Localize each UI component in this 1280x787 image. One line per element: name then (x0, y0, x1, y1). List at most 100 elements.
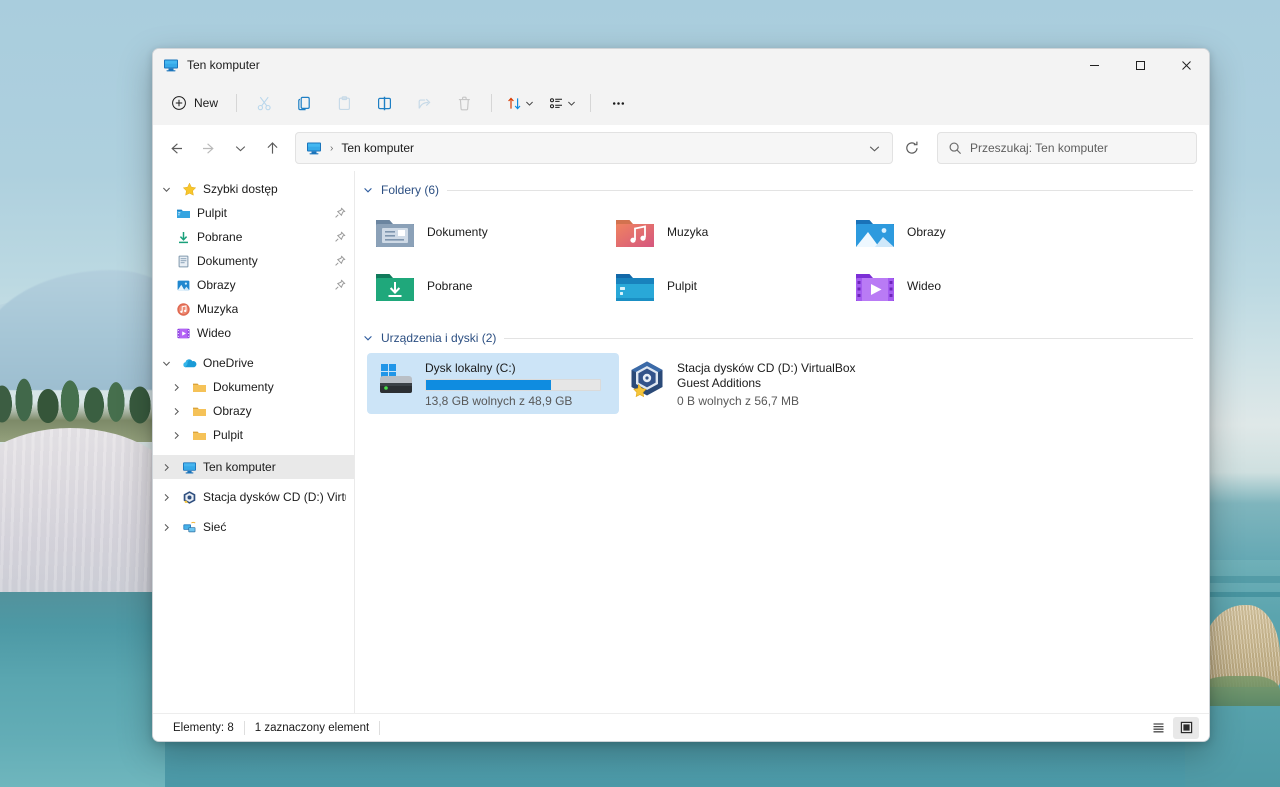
this-pc-icon (181, 459, 197, 475)
pin-icon[interactable] (334, 231, 346, 243)
pictures-icon (175, 277, 191, 293)
status-divider (379, 721, 380, 735)
sidebar-item-muzyka[interactable]: Muzyka (153, 297, 354, 321)
drive-usage-bar (425, 379, 601, 391)
delete-button[interactable] (445, 87, 483, 119)
cut-button[interactable] (245, 87, 283, 119)
file-explorer-window: Ten komputer New (152, 48, 1210, 742)
maximize-button[interactable] (1117, 49, 1163, 81)
address-dropdown-icon[interactable] (862, 136, 886, 160)
share-icon (416, 95, 433, 112)
drive-free-space: 0 B wolnych z 56,7 MB (677, 394, 863, 408)
pin-icon[interactable] (334, 207, 346, 219)
breadcrumb-separator: › (328, 143, 335, 154)
share-button[interactable] (405, 87, 443, 119)
chevron-down-icon[interactable] (157, 185, 175, 194)
view-button[interactable] (542, 87, 582, 119)
new-button[interactable]: New (163, 88, 228, 118)
group-title: Urządzenia i dyski (2) (381, 331, 496, 345)
chevron-right-icon[interactable] (157, 523, 175, 532)
this-pc-icon (163, 57, 179, 73)
sidebar-item-onedrive-pulpit[interactable]: Pulpit (153, 423, 354, 447)
chevron-down-icon[interactable] (363, 185, 373, 195)
rename-button[interactable] (365, 87, 403, 119)
sidebar-label: Muzyka (197, 302, 238, 316)
chevron-down-icon[interactable] (363, 333, 373, 343)
chevron-right-icon[interactable] (167, 431, 185, 440)
drive-item-cd-d[interactable]: Stacja dysków CD (D:) VirtualBox Guest A… (619, 353, 871, 414)
paste-button[interactable] (325, 87, 363, 119)
new-button-label: New (194, 96, 218, 110)
sidebar-item-network[interactable]: Sieć (153, 515, 354, 539)
drive-free-space: 13,8 GB wolnych z 48,9 GB (425, 394, 601, 408)
virtualbox-cd-icon (627, 359, 667, 399)
address-bar[interactable]: › Ten komputer (295, 132, 893, 164)
folder-item-pulpit[interactable]: Pulpit (607, 259, 847, 313)
forward-button[interactable] (193, 133, 223, 163)
sidebar-label: Ten komputer (203, 460, 276, 474)
file-list-view: Foldery (6) (355, 171, 1209, 713)
folder-item-obrazy[interactable]: Obrazy (847, 205, 1087, 259)
back-button[interactable] (161, 133, 191, 163)
sidebar-item-dokumenty[interactable]: Dokumenty (153, 249, 354, 273)
drives-tile-grid: Dysk lokalny (C:) 13,8 GB wolnych z 48,9… (355, 347, 1209, 414)
sidebar-item-this-pc[interactable]: Ten komputer (153, 455, 354, 479)
close-button[interactable] (1163, 49, 1209, 81)
star-icon (181, 181, 197, 197)
pin-icon[interactable] (334, 255, 346, 267)
copy-button[interactable] (285, 87, 323, 119)
folder-item-muzyka[interactable]: Muzyka (607, 205, 847, 259)
search-input-placeholder[interactable]: Przeszukaj: Ten komputer (970, 141, 1108, 155)
chevron-down-icon[interactable] (157, 359, 175, 368)
trash-icon (456, 95, 473, 112)
selection-status: 1 zaznaczony element (245, 722, 379, 734)
folder-item-dokumenty[interactable]: Dokumenty (367, 205, 607, 259)
folder-icon (191, 379, 207, 395)
drives-group-header[interactable]: Urządzenia i dyski (2) (355, 323, 1209, 347)
videos-icon (175, 325, 191, 341)
search-box[interactable]: Przeszukaj: Ten komputer (937, 132, 1197, 164)
sort-button[interactable] (500, 87, 540, 119)
up-button[interactable] (257, 133, 287, 163)
chevron-right-icon[interactable] (167, 383, 185, 392)
chevron-right-icon[interactable] (157, 463, 175, 472)
pin-icon[interactable] (334, 279, 346, 291)
refresh-button[interactable] (897, 133, 927, 163)
sidebar-item-onedrive[interactable]: OneDrive (153, 351, 354, 375)
sidebar-label: Dokumenty (213, 380, 274, 394)
large-icons-view-button[interactable] (1173, 717, 1199, 739)
drive-info: Stacja dysków CD (D:) VirtualBox Guest A… (677, 359, 863, 408)
sidebar-item-wideo[interactable]: Wideo (153, 321, 354, 345)
drive-name: Dysk lokalny (C:) (425, 361, 601, 376)
chevron-right-icon[interactable] (157, 493, 175, 502)
sidebar-label: Obrazy (213, 404, 252, 418)
drive-usage-fill (426, 380, 551, 390)
chevron-down-icon (525, 99, 534, 108)
chevron-right-icon[interactable] (167, 407, 185, 416)
ellipsis-icon (610, 95, 627, 112)
copy-icon (296, 95, 313, 112)
sidebar-item-quick-access[interactable]: Szybki dostęp (153, 177, 354, 201)
breadcrumb-item[interactable]: Ten komputer (341, 141, 414, 155)
drive-item-local-disk-c[interactable]: Dysk lokalny (C:) 13,8 GB wolnych z 48,9… (367, 353, 619, 414)
toolbar-divider-3 (590, 94, 591, 112)
window-controls (1071, 49, 1209, 81)
scissors-icon (256, 95, 273, 112)
folder-item-wideo[interactable]: Wideo (847, 259, 1087, 313)
documents-icon (175, 253, 191, 269)
more-options-button[interactable] (599, 87, 637, 119)
folders-group-header[interactable]: Foldery (6) (355, 175, 1209, 199)
sidebar-item-cd-drive[interactable]: Stacja dysków CD (D:) VirtualBox (153, 485, 354, 509)
sidebar-item-onedrive-obrazy[interactable]: Obrazy (153, 399, 354, 423)
folder-item-pobrane[interactable]: Pobrane (367, 259, 607, 313)
minimize-button[interactable] (1071, 49, 1117, 81)
sidebar-item-pulpit[interactable]: Pulpit (153, 201, 354, 225)
sort-arrows-icon (506, 95, 523, 112)
sidebar-item-obrazy[interactable]: Obrazy (153, 273, 354, 297)
details-view-button[interactable] (1145, 717, 1171, 739)
sidebar-label: Stacja dysków CD (D:) VirtualBox (203, 490, 346, 504)
search-icon (948, 141, 962, 155)
sidebar-item-pobrane[interactable]: Pobrane (153, 225, 354, 249)
recent-locations-button[interactable] (225, 133, 255, 163)
sidebar-item-onedrive-dokumenty[interactable]: Dokumenty (153, 375, 354, 399)
